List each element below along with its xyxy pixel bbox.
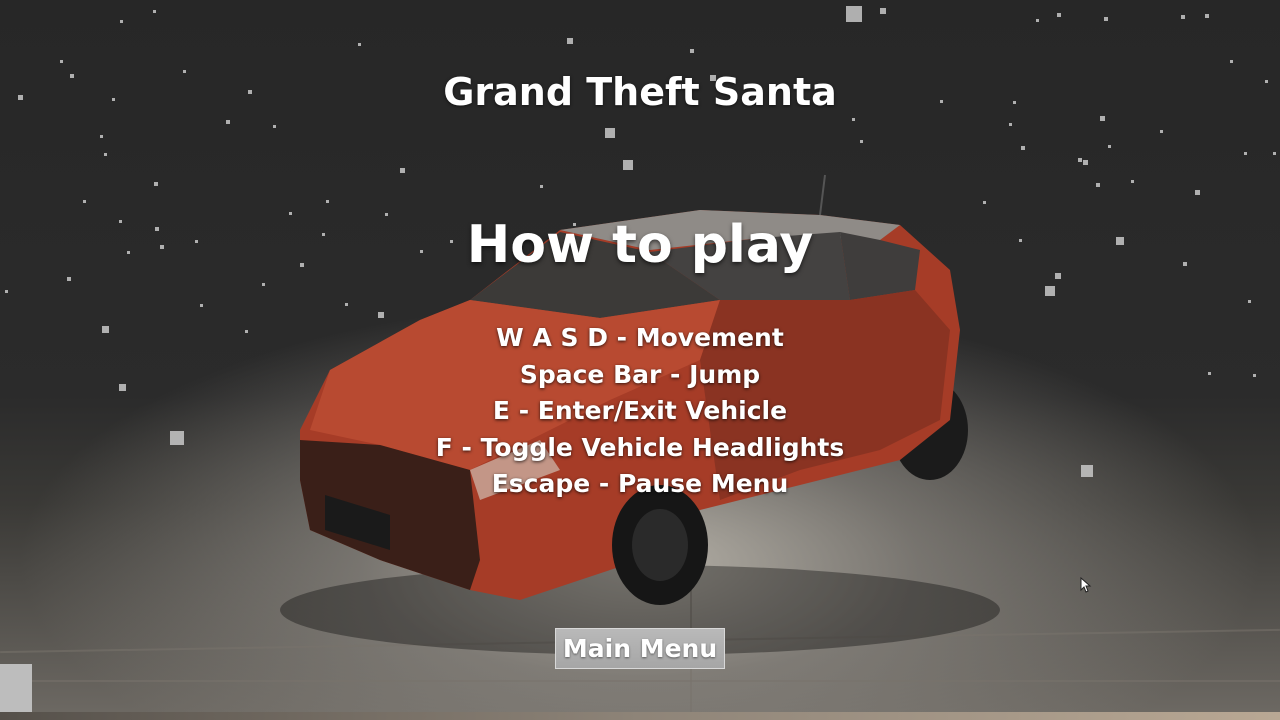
snowflake [1205,14,1209,18]
control-jump: Space Bar - Jump [519,359,761,389]
control-enter-exit-vehicle: E - Enter/Exit Vehicle [492,396,788,425]
snowflake [67,277,71,281]
snowflake [226,120,230,124]
snowflake [60,60,63,63]
snowflake [1078,158,1082,162]
snowflake [378,312,384,318]
snowflake [1181,15,1185,19]
snowflake [1230,60,1233,63]
snowflake [83,200,86,203]
controls-list: W A S D - Movement Space Bar - Jump E - … [0,320,1280,503]
snowflake [1104,17,1108,21]
snowflake [983,201,986,204]
snowflake [1195,190,1200,195]
how-to-play-heading: How to play [466,215,814,275]
snowflake [1009,123,1012,126]
control-toggle-headlights: F - Toggle Vehicle Headlights [435,432,845,462]
game-title: Grand Theft Santa [443,70,837,114]
snowflake [400,168,405,173]
snowflake [104,153,107,156]
snowflake [1083,160,1088,165]
snowflake [1108,145,1111,148]
control-pause-menu: Escape - Pause Menu [491,469,789,498]
snowflake [1057,13,1061,17]
snowflake [1100,116,1105,121]
snowflake [1160,130,1163,133]
snowflake [1096,183,1100,187]
snowflake [154,182,158,186]
snowflake [690,49,694,53]
snowflake [1021,146,1025,150]
snowflake [100,135,103,138]
snowflake [1248,300,1251,303]
snowflake [200,304,203,307]
snowflake [120,20,123,23]
snowflake [605,128,615,138]
snowflake [5,290,8,293]
snowflake [358,43,361,46]
snowflake [846,6,862,22]
snowflake [623,160,633,170]
snowflake [567,38,573,44]
snowflake [880,8,886,14]
main-menu-button[interactable]: Main Menu [555,628,725,669]
snowflake [1273,152,1276,155]
snowflake [273,125,276,128]
snowflake [540,185,543,188]
snowflake [262,283,265,286]
snowflake [1036,19,1039,22]
mouse-cursor-icon [1080,577,1092,593]
control-movement: W A S D - Movement [496,323,784,352]
snowflake [345,303,348,306]
bottom-strip [0,712,1280,720]
snowflake [1045,286,1055,296]
snowflake [153,10,156,13]
snowflake [860,140,863,143]
snowflake [1244,152,1247,155]
snowflake [326,200,329,203]
snowflake [1131,180,1134,183]
snowflake [852,118,855,121]
